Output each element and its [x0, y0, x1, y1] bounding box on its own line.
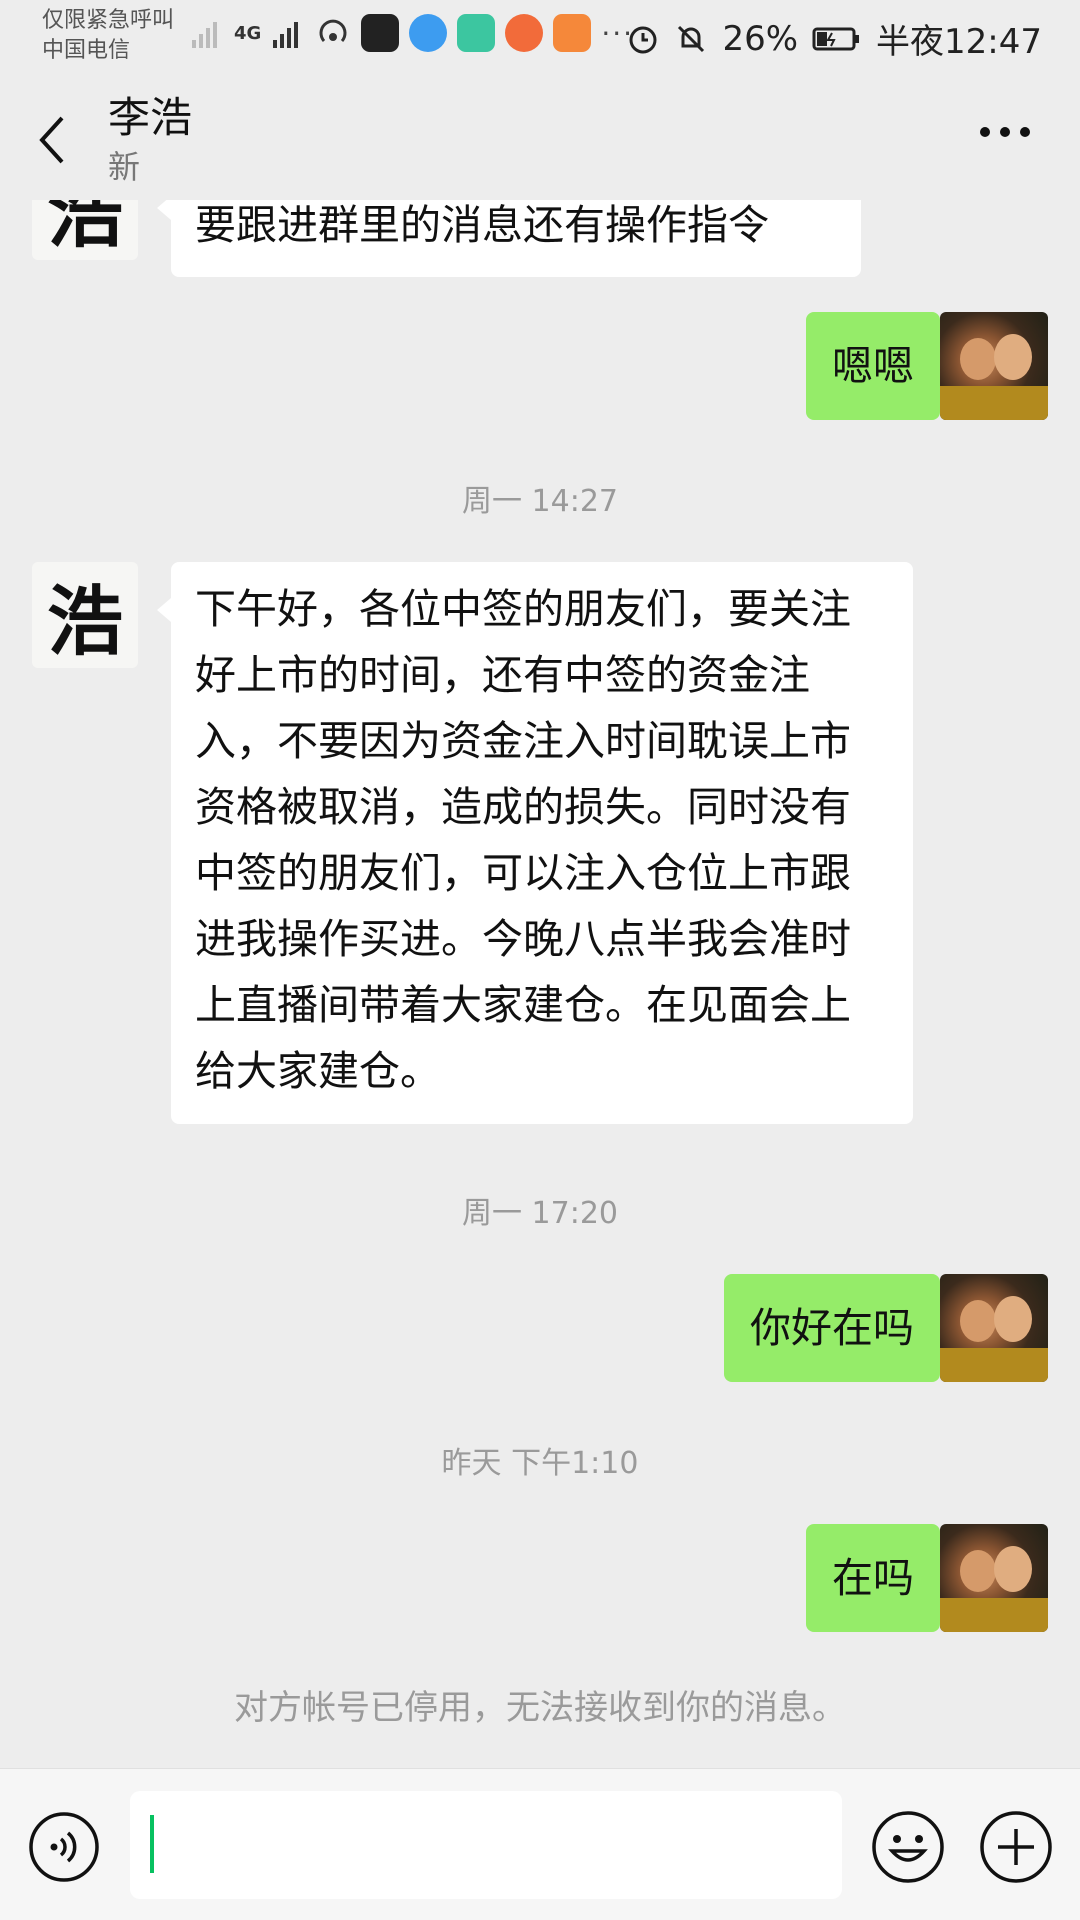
chat-screen: 仅限紧急呼叫 中国电信 4G ··· 26% 半夜12:47 李浩 新 浩 要跟… — [0, 0, 1080, 1920]
message-timestamp: 周一 14:27 — [462, 484, 618, 519]
message-text: 要跟进群里的消息还有操作指令 — [195, 201, 769, 249]
back-arrow-icon[interactable] — [34, 112, 74, 168]
status-right: 26% 半夜12:47 — [626, 14, 1042, 63]
voice-input-icon[interactable] — [28, 1811, 100, 1883]
message-list[interactable]: 浩 要跟进群里的消息还有操作指令 嗯嗯 周一 14:27 浩 下午好，各位中签的… — [0, 200, 1080, 1768]
outgoing-message-bubble[interactable]: 嗯嗯 — [806, 312, 954, 420]
mute-bell-icon — [678, 25, 705, 52]
contact-avatar[interactable]: 浩 — [32, 562, 138, 668]
hotspot-icon — [319, 19, 347, 42]
plus-icon[interactable] — [978, 1809, 1054, 1885]
outgoing-message-bubble[interactable]: 你好在吗 — [724, 1274, 954, 1382]
carrier-info: 仅限紧急呼叫 中国电信 — [42, 6, 174, 66]
carrier-line2: 中国电信 — [42, 38, 131, 63]
battery-percent: 26% — [722, 18, 799, 59]
input-bar — [0, 1768, 1080, 1920]
avatar-char: 浩 — [47, 577, 123, 666]
app-orange-icon — [505, 14, 544, 52]
signal-icon — [192, 22, 217, 48]
outgoing-message-bubble[interactable]: 在吗 — [806, 1524, 954, 1632]
chat-header: 李浩 新 — [0, 72, 1080, 200]
carrier-line1: 仅限紧急呼叫 — [42, 8, 175, 33]
message-timestamp: 周一 17:20 — [462, 1196, 618, 1231]
incoming-message-bubble[interactable]: 要跟进群里的消息还有操作指令 — [157, 200, 861, 277]
status-left-icons: 4G ··· — [190, 14, 634, 52]
app-green-icon — [457, 14, 496, 52]
contact-avatar[interactable]: 浩 — [32, 200, 138, 260]
message-input[interactable] — [130, 1791, 842, 1899]
avatar-char: 浩 — [47, 200, 123, 258]
chat-subtitle: 新 — [108, 148, 141, 186]
message-text: 下午好，各位中签的朋友们，要关注好上市的时间，还有中签的资金注入，不要因为资金注… — [195, 585, 851, 1095]
clock-time: 半夜12:47 — [876, 22, 1042, 62]
emoji-icon[interactable] — [870, 1809, 946, 1885]
text-caret — [150, 1815, 154, 1873]
app-p-icon — [361, 14, 400, 52]
my-avatar[interactable] — [940, 1524, 1048, 1632]
chat-title: 李浩 — [108, 93, 193, 142]
signal-4g-icon — [273, 22, 299, 48]
my-avatar[interactable] — [940, 1274, 1048, 1382]
message-text: 在吗 — [832, 1554, 914, 1602]
battery-charging-icon — [812, 27, 860, 50]
message-text: 嗯嗯 — [832, 342, 914, 390]
alarm-icon — [629, 26, 657, 53]
incoming-message-bubble[interactable]: 下午好，各位中签的朋友们，要关注好上市的时间，还有中签的资金注入，不要因为资金注… — [157, 562, 913, 1124]
status-bar: 仅限紧急呼叫 中国电信 4G ··· 26% 半夜12:47 — [0, 0, 1080, 72]
more-options-icon[interactable] — [970, 112, 1040, 152]
message-timestamp: 昨天 下午1:10 — [441, 1446, 639, 1481]
my-avatar[interactable] — [940, 312, 1048, 420]
app-browser-icon — [409, 14, 448, 52]
app-uc-icon — [553, 14, 592, 52]
network-type-label: 4G — [234, 22, 262, 44]
system-notice: 对方帐号已停用，无法接收到你的消息。 — [234, 1688, 846, 1728]
message-text: 你好在吗 — [750, 1304, 914, 1352]
